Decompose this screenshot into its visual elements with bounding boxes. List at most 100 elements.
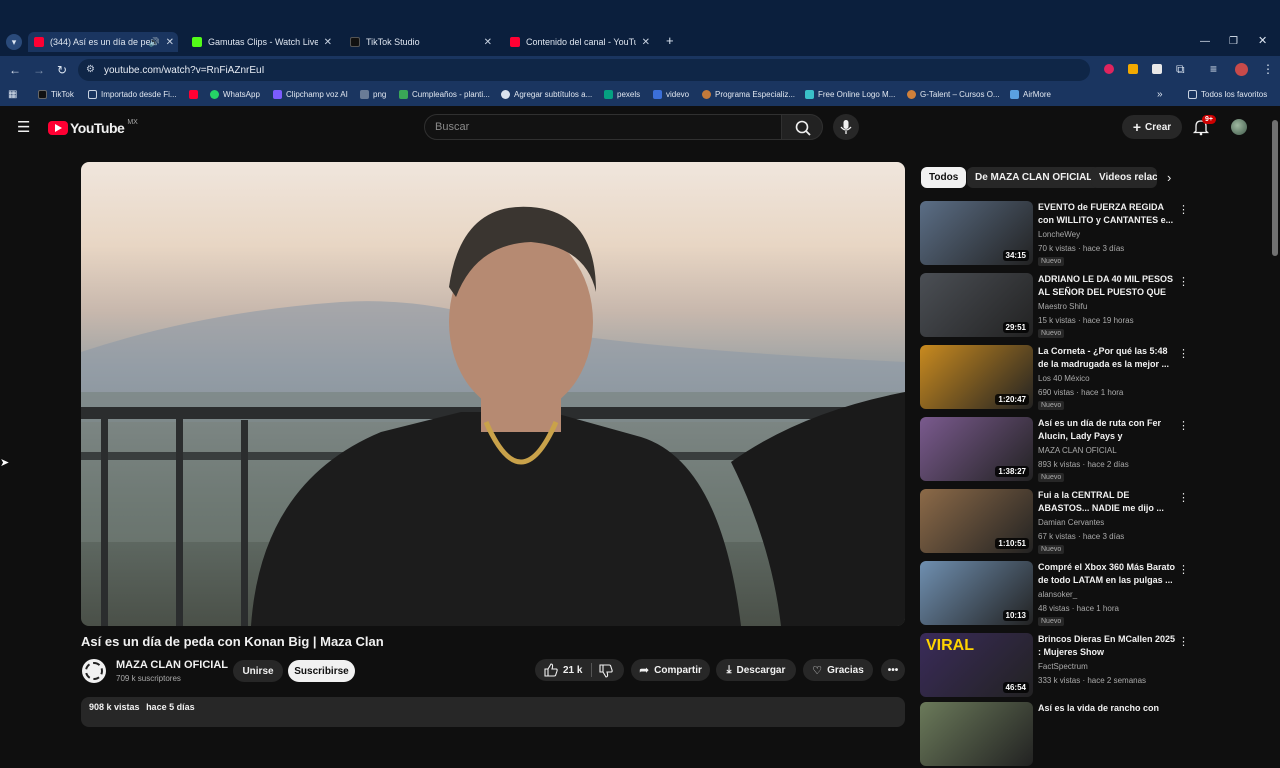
extensions-puzzle-icon[interactable]: ⧉ bbox=[1176, 63, 1185, 75]
hamburger-menu-icon[interactable]: ☰ bbox=[17, 120, 30, 135]
recommendation-item[interactable]: Así es la vida de rancho con bbox=[920, 702, 1270, 768]
video-player[interactable] bbox=[81, 162, 905, 626]
video-thumbnail[interactable]: 1:38:27 bbox=[920, 417, 1033, 481]
tab-tiktok-studio[interactable]: TikTok Studio ✕ bbox=[346, 32, 496, 52]
extension-icon[interactable] bbox=[1152, 64, 1162, 74]
recommendation-item[interactable]: 29:51 ADRIANO LE DA 40 MIL PESOS AL SEÑOR… bbox=[920, 273, 1270, 339]
recommendation-title[interactable]: Compré el Xbox 360 Más Barato de todo LA… bbox=[1038, 561, 1176, 587]
recommendation-title[interactable]: Así es la vida de rancho con bbox=[1038, 702, 1176, 715]
more-vertical-icon[interactable]: ⋮ bbox=[1178, 635, 1189, 648]
recommendation-title[interactable]: ADRIANO LE DA 40 MIL PESOS AL SEÑOR DEL … bbox=[1038, 273, 1176, 299]
chip-related[interactable]: Videos relac bbox=[1091, 167, 1157, 188]
bookmark-item[interactable]: G-Talent – Cursos O... bbox=[907, 90, 1000, 99]
reload-icon[interactable]: ↻ bbox=[57, 64, 67, 76]
close-tab-icon[interactable]: ✕ bbox=[324, 37, 332, 48]
video-thumbnail[interactable]: 1:10:51 bbox=[920, 489, 1033, 553]
channel-name[interactable]: MAZA CLAN OFICIAL bbox=[116, 659, 228, 671]
address-bar[interactable]: ⚙ youtube.com/watch?v=RnFiAZnrEuI bbox=[78, 59, 1090, 81]
close-tab-icon[interactable]: ✕ bbox=[642, 37, 650, 48]
recommendation-title[interactable]: Fui a la CENTRAL DE ABASTOS... NADIE me … bbox=[1038, 489, 1176, 515]
recommendation-channel[interactable]: alansoker_ bbox=[1038, 590, 1077, 599]
tab-search-icon[interactable]: ▾ bbox=[6, 34, 22, 50]
back-icon[interactable]: ← bbox=[9, 64, 21, 76]
channel-avatar[interactable] bbox=[82, 659, 106, 683]
recommendation-item[interactable]: 10:13 Compré el Xbox 360 Más Barato de to… bbox=[920, 561, 1270, 627]
video-thumbnail[interactable]: 1:20:47 bbox=[920, 345, 1033, 409]
youtube-logo[interactable]: YouTube MX bbox=[48, 119, 138, 136]
recommendation-title[interactable]: Brincos Dieras En MCallen 2025 : Mujeres… bbox=[1038, 633, 1176, 659]
recommendation-item[interactable]: VIRAL 46:54 Brincos Dieras En MCallen 2025… bbox=[920, 633, 1270, 699]
more-vertical-icon[interactable]: ⋮ bbox=[1178, 419, 1189, 432]
video-thumbnail[interactable]: 29:51 bbox=[920, 273, 1033, 337]
recommendation-channel[interactable]: Maestro Shifu bbox=[1038, 302, 1087, 311]
share-button[interactable]: ➦ Compartir bbox=[631, 659, 710, 681]
recommendation-channel[interactable]: Damian Cervantes bbox=[1038, 518, 1104, 527]
speaker-icon[interactable]: 🔊 bbox=[149, 37, 160, 48]
create-button[interactable]: + Crear bbox=[1122, 115, 1182, 139]
like-icon[interactable] bbox=[543, 662, 559, 678]
apps-grid-icon[interactable]: ▦ bbox=[8, 89, 17, 101]
tab-youtube-studio[interactable]: Contenido del canal - YouTube ✕ bbox=[506, 32, 654, 52]
tab-youtube-video[interactable]: (344) Así es un día de peda 🔊 ✕ bbox=[28, 32, 178, 52]
bookmark-item[interactable]: WhatsApp bbox=[210, 90, 260, 99]
more-bookmarks-icon[interactable]: » bbox=[1157, 89, 1163, 101]
account-avatar[interactable] bbox=[1231, 119, 1247, 135]
all-bookmarks-folder[interactable]: Todos los favoritos bbox=[1188, 90, 1267, 99]
profile-avatar[interactable] bbox=[1235, 63, 1248, 76]
close-tab-icon[interactable]: ✕ bbox=[484, 37, 492, 48]
more-vertical-icon[interactable]: ⋮ bbox=[1178, 491, 1189, 504]
like-count[interactable]: 21 k bbox=[563, 665, 582, 676]
scrollbar-thumb[interactable] bbox=[1272, 120, 1278, 256]
video-thumbnail[interactable] bbox=[920, 702, 1033, 766]
bookmark-item[interactable]: Clipchamp voz AI bbox=[273, 90, 348, 99]
recommendation-channel[interactable]: MAZA CLAN OFICIAL bbox=[1038, 446, 1117, 455]
more-vertical-icon[interactable]: ⋮ bbox=[1178, 275, 1189, 288]
recommendation-channel[interactable]: FactSpectrum bbox=[1038, 662, 1088, 671]
video-thumbnail[interactable]: 34:15 bbox=[920, 201, 1033, 265]
bookmark-item[interactable]: Importado desde Fi... bbox=[88, 90, 177, 99]
voice-search-button[interactable] bbox=[833, 114, 859, 140]
video-thumbnail[interactable]: VIRAL 46:54 bbox=[920, 633, 1033, 697]
bookmark-item[interactable]: videvo bbox=[653, 90, 689, 99]
bookmark-item[interactable]: TikTok bbox=[38, 90, 74, 99]
minimize-icon[interactable]: — bbox=[1200, 36, 1210, 48]
recommendation-item[interactable]: 1:10:51 Fui a la CENTRAL DE ABASTOS... NA… bbox=[920, 489, 1270, 555]
join-button[interactable]: Unirse bbox=[233, 660, 283, 682]
recommendation-title[interactable]: La Corneta - ¿Por qué las 5:48 de la mad… bbox=[1038, 345, 1176, 371]
new-tab-button[interactable]: + bbox=[666, 34, 674, 47]
more-vertical-icon[interactable]: ⋮ bbox=[1178, 563, 1189, 576]
recommendation-title[interactable]: EVENTO de FUERZA REGIDA con WILLITO y CA… bbox=[1038, 201, 1176, 227]
reading-list-icon[interactable]: ≡ bbox=[1210, 63, 1217, 75]
restore-icon[interactable]: ❐ bbox=[1229, 36, 1238, 48]
bookmark-item[interactable]: Agregar subtítulos a... bbox=[501, 90, 592, 99]
forward-icon[interactable]: → bbox=[33, 64, 45, 76]
recommendation-item[interactable]: 34:15 EVENTO de FUERZA REGIDA con WILLITO… bbox=[920, 201, 1270, 267]
bookmark-item[interactable]: png bbox=[360, 90, 386, 99]
site-info-icon[interactable]: ⚙ bbox=[86, 64, 95, 75]
bookmark-item[interactable]: Programa Especializ... bbox=[702, 90, 795, 99]
chip-todos[interactable]: Todos bbox=[921, 167, 967, 188]
thanks-button[interactable]: ♡ Gracias bbox=[803, 659, 873, 681]
bookmark-item[interactable]: AirMore bbox=[1010, 90, 1051, 99]
browser-menu-icon[interactable]: ⋮ bbox=[1262, 63, 1274, 75]
close-tab-icon[interactable]: ✕ bbox=[166, 37, 174, 48]
chip-channel[interactable]: De MAZA CLAN OFICIAL bbox=[967, 167, 1101, 188]
more-actions-button[interactable]: ••• bbox=[881, 659, 905, 681]
dislike-icon[interactable] bbox=[598, 663, 614, 679]
extension-icon[interactable] bbox=[1104, 64, 1114, 74]
recommendation-channel[interactable]: LoncheWey bbox=[1038, 230, 1080, 239]
recommendation-item[interactable]: 1:20:47 La Corneta - ¿Por qué las 5:48 de… bbox=[920, 345, 1270, 411]
close-window-icon[interactable]: ✕ bbox=[1258, 35, 1267, 47]
bookmark-item[interactable]: Cumpleaños - planti... bbox=[399, 90, 490, 99]
recommendation-channel[interactable]: Los 40 México bbox=[1038, 374, 1090, 383]
bookmark-item[interactable] bbox=[189, 90, 202, 99]
notifications-button[interactable]: 9+ bbox=[1192, 115, 1216, 141]
more-vertical-icon[interactable]: ⋮ bbox=[1178, 203, 1189, 216]
search-input[interactable]: Buscar bbox=[424, 114, 782, 140]
video-thumbnail[interactable]: 10:13 bbox=[920, 561, 1033, 625]
recommendation-item[interactable]: 1:38:27 Así es un día de ruta con Fer Alu… bbox=[920, 417, 1270, 483]
search-button[interactable] bbox=[781, 114, 823, 140]
download-button[interactable]: ⤓ Descargar bbox=[716, 659, 796, 681]
more-vertical-icon[interactable]: ⋮ bbox=[1178, 347, 1189, 360]
extension-icon[interactable] bbox=[1128, 64, 1138, 74]
